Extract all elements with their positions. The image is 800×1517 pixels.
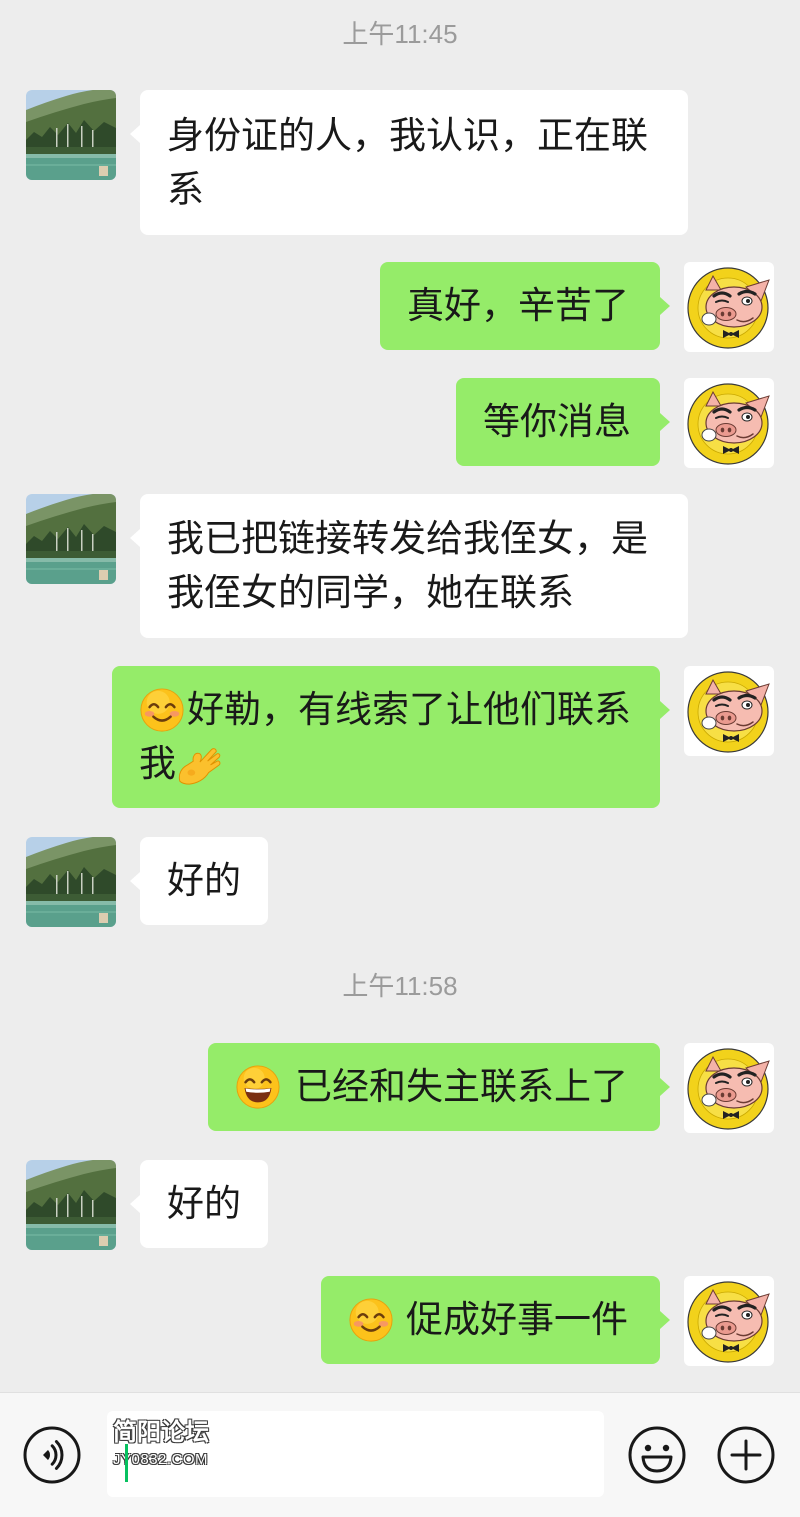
message-bubble-other[interactable]: 身份证的人，我认识，正在联 系: [130, 90, 688, 235]
message-bubble-me[interactable]: 已经和失主联系上了: [208, 1043, 670, 1131]
watermark-title: 简阳论坛: [113, 1419, 209, 1446]
emoji-button[interactable]: [627, 1425, 687, 1485]
message-text: 真好，辛苦了: [407, 285, 629, 326]
message-text: 好勒，有线索了让他们联系: [187, 689, 631, 730]
message-bubble-other[interactable]: 好的: [130, 1160, 268, 1248]
message-text: 系: [167, 168, 204, 210]
message-bubble-me[interactable]: 好勒，有线索了让他们联系 我: [112, 666, 670, 808]
avatar-other[interactable]: [26, 1160, 116, 1250]
message-bubble-other[interactable]: 好的: [130, 837, 268, 925]
message-text: 我侄女的同学，她在联系: [167, 572, 574, 613]
pig-cartoon-avatar-icon: [684, 666, 774, 756]
plus-icon: [717, 1426, 775, 1484]
avatar-me[interactable]: [684, 1276, 774, 1366]
voice-icon: [23, 1426, 81, 1484]
smiling-face-icon: [348, 1297, 394, 1343]
avatar-me[interactable]: [684, 262, 774, 352]
avatar-other[interactable]: [26, 837, 116, 927]
timestamp: 上午11:58: [342, 971, 458, 1001]
message-line: 我: [139, 737, 633, 791]
avatar-other[interactable]: [26, 90, 116, 180]
message-line: 促成好事一件: [348, 1293, 633, 1347]
landscape-photo-avatar-icon: [26, 1160, 116, 1250]
avatar-me[interactable]: [684, 1043, 774, 1133]
pig-cartoon-avatar-icon: [684, 378, 774, 468]
voice-button[interactable]: [22, 1425, 82, 1485]
message-line: 已经和失主联系上了: [235, 1060, 633, 1114]
input-bar: 简阳论坛 JY0832.COM: [0, 1392, 800, 1517]
pig-cartoon-avatar-icon: [684, 1276, 774, 1366]
timestamp: 上午11:45: [342, 19, 458, 49]
message-text: 好的: [167, 860, 241, 901]
smiling-face-icon: [139, 687, 185, 733]
message-text: 好的: [167, 1183, 241, 1224]
message-text: 已经和失主联系上了: [295, 1066, 628, 1107]
message-text: 我已把链接转发给我侄女，是: [167, 518, 648, 559]
text-cursor: [125, 1444, 128, 1482]
message-text: 身份证的人，我认识，正在联: [167, 114, 648, 156]
landscape-photo-avatar-icon: [26, 90, 116, 180]
ok-hand-icon: [178, 748, 221, 785]
message-bubble-other[interactable]: 我已把链接转发给我侄女，是 我侄女的同学，她在联系: [130, 494, 688, 638]
avatar-me[interactable]: [684, 666, 774, 756]
message-bubble-me[interactable]: 真好，辛苦了: [380, 262, 670, 350]
message-text: 促成好事一件: [406, 1299, 628, 1340]
message-text: 我: [139, 743, 176, 784]
message-text: 等你消息: [483, 401, 631, 442]
message-bubble-me[interactable]: 促成好事一件: [321, 1276, 670, 1364]
emoji-icon: [628, 1426, 686, 1484]
message-line: 好勒，有线索了让他们联系: [139, 683, 633, 737]
chat-screen: 上午11:45 身份证的人，我认识，正在联 系 真好，辛苦了 等你消息 我已把链…: [0, 0, 800, 1517]
message-bubble-me[interactable]: 等你消息: [456, 378, 670, 466]
landscape-photo-avatar-icon: [26, 494, 116, 584]
pig-cartoon-avatar-icon: [684, 1043, 774, 1133]
plus-button[interactable]: [716, 1425, 776, 1485]
pig-cartoon-avatar-icon: [684, 262, 774, 352]
landscape-photo-avatar-icon: [26, 837, 116, 927]
grinning-face-icon: [235, 1064, 281, 1110]
avatar-me[interactable]: [684, 378, 774, 468]
message-input[interactable]: 简阳论坛 JY0832.COM: [107, 1411, 604, 1497]
avatar-other[interactable]: [26, 494, 116, 584]
